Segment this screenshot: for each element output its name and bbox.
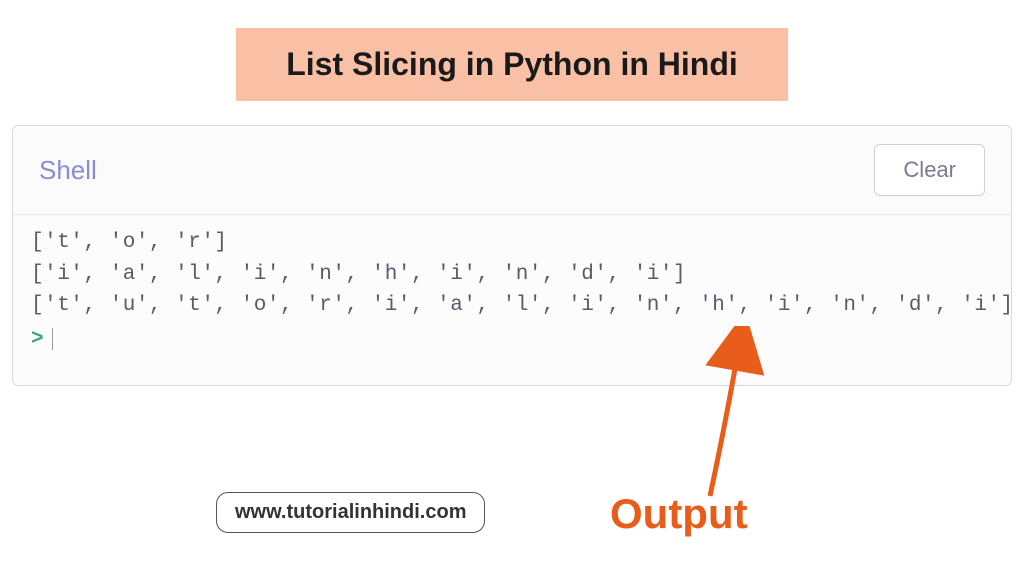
clear-button[interactable]: Clear (874, 144, 985, 196)
output-line: ['i', 'a', 'l', 'i', 'n', 'h', 'i', 'n',… (31, 259, 993, 291)
console-header: Shell Clear (13, 126, 1011, 215)
output-annotation-label: Output (610, 490, 748, 538)
output-line: ['t', 'u', 't', 'o', 'r', 'i', 'a', 'l',… (31, 290, 993, 322)
cursor-icon (52, 328, 53, 350)
console-body: ['t', 'o', 'r'] ['i', 'a', 'l', 'i', 'n'… (13, 215, 1011, 385)
prompt-symbol: > (31, 324, 44, 356)
title-banner: List Slicing in Python in Hindi (236, 28, 788, 101)
output-line: ['t', 'o', 'r'] (31, 227, 993, 259)
console-panel: Shell Clear ['t', 'o', 'r'] ['i', 'a', '… (12, 125, 1012, 386)
website-badge: www.tutorialinhindi.com (216, 492, 485, 533)
shell-label: Shell (39, 155, 97, 186)
page-title: List Slicing in Python in Hindi (286, 46, 738, 83)
prompt-line[interactable]: > (31, 324, 993, 356)
